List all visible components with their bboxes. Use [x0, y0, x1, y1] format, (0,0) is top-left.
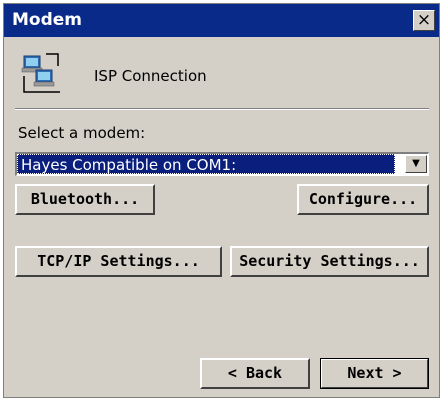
next-button[interactable]: Next >: [320, 358, 429, 389]
divider: [15, 108, 429, 110]
security-settings-button[interactable]: Security Settings...: [230, 246, 429, 277]
close-button[interactable]: ×: [413, 10, 435, 31]
modem-dialog: Modem × ISP Connection Select a modem: H…: [3, 3, 440, 398]
modem-select[interactable]: Hayes Compatible on COM1: ▼: [15, 152, 429, 176]
isp-connection-icon: [21, 53, 60, 93]
back-button[interactable]: < Back: [200, 358, 310, 389]
configure-button[interactable]: Configure...: [297, 184, 429, 215]
bluetooth-button[interactable]: Bluetooth...: [15, 184, 155, 215]
select-modem-label: Select a modem:: [18, 124, 146, 142]
title-bar[interactable]: Modem ×: [4, 4, 439, 37]
connection-name: ISP Connection: [94, 67, 207, 85]
modem-select-value[interactable]: Hayes Compatible on COM1:: [17, 154, 395, 174]
chevron-down-icon[interactable]: ▼: [405, 155, 427, 173]
tcpip-settings-button[interactable]: TCP/IP Settings...: [15, 246, 222, 277]
window-title: Modem: [12, 10, 83, 30]
